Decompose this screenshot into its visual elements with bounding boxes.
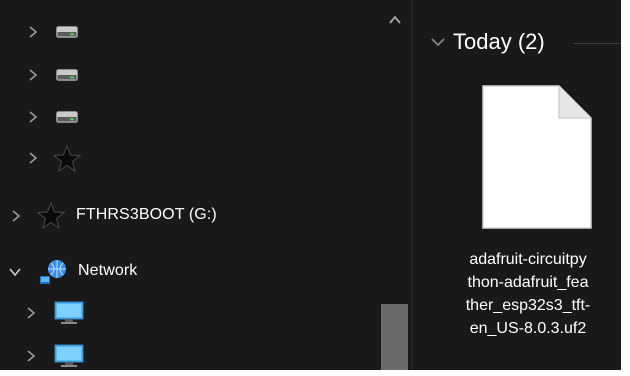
group-title: Today (2): [453, 29, 545, 54]
chevron-right-icon[interactable]: [24, 66, 42, 84]
file-name-line: ther_esp32s3_tft-: [465, 297, 591, 314]
nav-item-drive-2[interactable]: [0, 55, 370, 95]
nav-item-star-drive[interactable]: [0, 138, 370, 178]
blank-file-icon: [479, 82, 595, 237]
star-drive-icon: [52, 144, 82, 174]
nav-item-network[interactable]: Network: [0, 252, 370, 292]
file-name-line: en_US-8.0.3.uf2: [469, 320, 587, 337]
nav-item-computer-2[interactable]: [0, 336, 370, 370]
content-pane: Today (2) adafruit-circuitpy thon-adafru…: [413, 0, 621, 370]
drive-icon: [56, 26, 78, 38]
nav-item-fthrs3boot[interactable]: FTHRS3BOOT (G:): [0, 196, 370, 236]
file-name: adafruit-circuitpy thon-adafruit_fea the…: [435, 248, 621, 340]
network-icon: [38, 258, 68, 286]
file-name-line: adafruit-circuitpy: [469, 251, 587, 268]
chevron-right-icon[interactable]: [24, 149, 42, 167]
chevron-right-icon[interactable]: [22, 347, 40, 365]
chevron-down-icon[interactable]: [427, 31, 449, 53]
drive-icon: [56, 69, 78, 81]
scroll-up-arrow-icon[interactable]: [385, 10, 405, 30]
group-header-line: [573, 43, 621, 44]
computer-icon: [54, 301, 84, 325]
chevron-right-icon[interactable]: [24, 108, 42, 126]
star-drive-icon: [36, 201, 66, 231]
navigation-pane: FTHRS3BOOT (G:) Network: [0, 0, 411, 370]
drive-icon: [56, 111, 78, 123]
nav-item-drive-3[interactable]: [0, 97, 370, 137]
file-item[interactable]: adafruit-circuitpy thon-adafruit_fea the…: [435, 76, 621, 366]
nav-item-label: FTHRS3BOOT (G:): [76, 206, 217, 223]
chevron-right-icon[interactable]: [22, 304, 40, 322]
nav-item-drive-1[interactable]: [0, 12, 370, 52]
group-header-today[interactable]: Today (2): [427, 26, 545, 58]
file-name-line: thon-adafruit_fea: [467, 274, 589, 291]
computer-icon: [54, 344, 84, 368]
nav-item-computer-1[interactable]: [0, 293, 370, 333]
chevron-down-icon[interactable]: [6, 263, 24, 281]
file-explorer-window: FTHRS3BOOT (G:) Network Today (2) adafru…: [0, 0, 621, 370]
chevron-right-icon[interactable]: [24, 23, 42, 41]
scrollbar-thumb[interactable]: [381, 304, 408, 370]
chevron-right-icon[interactable]: [7, 207, 25, 225]
nav-item-label: Network: [78, 262, 138, 279]
